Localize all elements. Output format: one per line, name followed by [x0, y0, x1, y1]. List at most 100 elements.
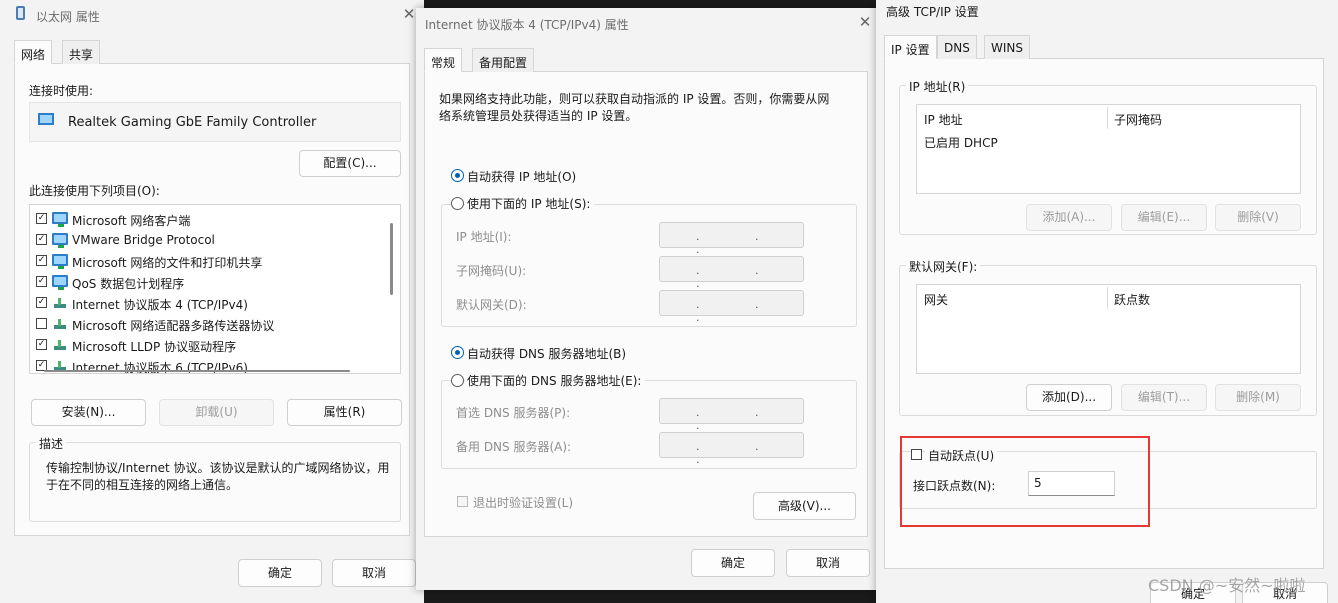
auto-ip-radio[interactable] [451, 169, 464, 182]
item-checkbox[interactable]: ✓ [36, 339, 47, 350]
remove-gateway-button[interactable]: 删除(M) [1215, 384, 1301, 411]
tab-network[interactable]: 网络 [14, 40, 53, 64]
edit-gateway-button[interactable]: 编辑(T)... [1121, 384, 1207, 411]
preferred-dns-label: 首选 DNS 服务器(P): [456, 406, 571, 420]
auto-ip-label[interactable]: 自动获得 IP 地址(O) [467, 168, 576, 185]
remove-ip-button[interactable]: 删除(V) [1215, 204, 1301, 231]
tab-sharing[interactable]: 共享 [62, 40, 101, 64]
default-gateway-field[interactable]: . . . [659, 290, 804, 324]
manual-dns-radio[interactable] [451, 374, 464, 387]
monitor-icon [52, 233, 68, 248]
item-checkbox[interactable]: ✓ [36, 297, 47, 308]
manual-dns-label[interactable]: 使用下面的 DNS 服务器地址(E): [465, 372, 646, 389]
auto-dns-label[interactable]: 自动获得 DNS 服务器地址(B) [467, 345, 626, 362]
connect-using-label: 连接时使用: [29, 84, 94, 98]
window-title: 以太网 属性 [36, 10, 100, 24]
auto-dns-radio[interactable] [451, 346, 464, 359]
add-gateway-button[interactable]: 添加(D)... [1026, 384, 1112, 411]
monitor-icon [52, 212, 68, 227]
ethernet-properties-window: 以太网 属性 ✕ 网络 共享 连接时使用: Realtek Gaming GbE… [0, 0, 424, 603]
item-checkbox[interactable] [36, 318, 47, 329]
close-icon[interactable]: ✕ [856, 13, 874, 31]
general-tab-panel: 如果网络支持此功能，则可以获取自动指派的 IP 设置。否则，你需要从网 络系统管… [424, 72, 868, 537]
ip-row-value[interactable]: 已启用 DHCP [924, 134, 998, 151]
tab-dns[interactable]: DNS [937, 35, 977, 59]
title-bar: 高级 TCP/IP 设置 [876, 0, 1338, 30]
item-label: QoS 数据包计划程序 [72, 277, 185, 291]
protocol-icon [52, 296, 68, 308]
advanced-button[interactable]: 高级(V)... [753, 492, 856, 520]
gateway-group-label: 默认网关(F): [906, 258, 981, 275]
title-bar: 以太网 属性 ✕ [0, 0, 424, 30]
item-checkbox[interactable]: ✓ [36, 213, 47, 224]
item-checkbox[interactable]: ✓ [36, 276, 47, 287]
item-checkbox[interactable]: ✓ [36, 255, 47, 266]
description-title: 描述 [36, 435, 67, 452]
description-group: 描述 传输控制协议/Internet 协议。该协议是默认的广域网络协议，用 于在… [29, 435, 401, 522]
ip-address-field[interactable]: . . . [659, 222, 804, 256]
alternate-dns-field[interactable]: . . . [659, 432, 804, 466]
tab-strip: 常规 备用配置 [424, 48, 868, 72]
intro-line-1: 如果网络支持此功能，则可以获取自动指派的 IP 设置。否则，你需要从网 [439, 92, 830, 106]
adapter-icon [38, 113, 54, 125]
alternate-dns-label: 备用 DNS 服务器(A): [456, 440, 572, 454]
subnet-mask-field[interactable]: . . . [659, 256, 804, 290]
csdn-watermark: CSDN @~安然~啦啦 [1148, 576, 1306, 595]
header-divider [1107, 107, 1108, 129]
validate-checkbox[interactable] [457, 496, 468, 507]
tab-wins[interactable]: WINS [984, 35, 1030, 59]
gateway-group: 默认网关(F): 网关 跃点数 添加(D)... 编辑(T)... 删除(M) [899, 258, 1317, 416]
adapter-name: Realtek Gaming GbE Family Controller [68, 115, 317, 130]
horizontal-scrollbar[interactable] [44, 370, 350, 372]
metric-column-header[interactable]: 跃点数 [1114, 291, 1150, 308]
header-divider [1107, 287, 1108, 309]
manual-ip-radio[interactable] [451, 197, 464, 210]
title-bar: Internet 协议版本 4 (TCP/IPv4) 属性 ✕ [416, 8, 876, 38]
description-line-1: 传输控制协议/Internet 协议。该协议是默认的广域网络协议，用 [46, 461, 390, 475]
intro-line-2: 络系统管理员处获得适当的 IP 设置。 [439, 109, 638, 123]
ip-column-header[interactable]: IP 地址 [924, 111, 963, 128]
items-label: 此连接使用下列项目(O): [29, 184, 160, 198]
item-label: Microsoft LLDP 协议驱动程序 [72, 340, 237, 354]
description-line-2: 于在不同的相互连接的网络上通信。 [46, 478, 239, 492]
item-label: VMware Bridge Protocol [72, 233, 215, 247]
monitor-icon [52, 254, 68, 269]
gateway-column-header[interactable]: 网关 [924, 291, 948, 308]
properties-button[interactable]: 属性(R) [287, 399, 402, 426]
edit-ip-button[interactable]: 编辑(E)... [1121, 204, 1207, 231]
tab-ip-settings[interactable]: IP 设置 [884, 35, 937, 59]
adapter-box: Realtek Gaming GbE Family Controller [29, 102, 401, 142]
ok-button[interactable]: 确定 [238, 559, 322, 587]
validate-label: 退出时验证设置(L) [473, 496, 574, 510]
install-button[interactable]: 安装(N)... [31, 399, 146, 426]
item-label: Microsoft 网络适配器多路传送器协议 [72, 319, 275, 333]
cancel-button[interactable]: 取消 [786, 549, 870, 577]
item-checkbox[interactable]: ✓ [36, 234, 47, 245]
vertical-scrollbar[interactable] [390, 223, 393, 295]
items-list: ✓ Microsoft 网络客户端 ✓ VMware Bridge Protocol… [29, 204, 401, 374]
tab-general[interactable]: 常规 [424, 48, 463, 72]
network-tab-panel: 连接时使用: Realtek Gaming GbE Family Control… [14, 64, 410, 536]
item-label: Internet 协议版本 4 (TCP/IPv4) [72, 298, 248, 312]
manual-ip-label[interactable]: 使用下面的 IP 地址(S): [465, 195, 595, 212]
preferred-dns-field[interactable]: . . . [659, 398, 804, 432]
network-adapter-icon [16, 6, 25, 20]
tab-alternate-config[interactable]: 备用配置 [472, 48, 535, 72]
subnet-mask-label: 子网掩码(U): [456, 264, 527, 278]
configure-button[interactable]: 配置(C)... [299, 150, 401, 177]
add-ip-button[interactable]: 添加(A)... [1026, 204, 1112, 231]
window-title: 高级 TCP/IP 设置 [886, 5, 979, 19]
ok-button[interactable]: 确定 [691, 549, 775, 577]
item-label: Microsoft 网络的文件和打印机共享 [72, 256, 263, 270]
mask-column-header[interactable]: 子网掩码 [1114, 111, 1162, 128]
default-gateway-label: 默认网关(D): [456, 298, 527, 312]
gateway-list[interactable]: 网关 跃点数 [916, 284, 1301, 374]
ipv4-properties-window: Internet 协议版本 4 (TCP/IPv4) 属性 ✕ 常规 备用配置 … [416, 8, 876, 590]
ip-address-group: IP 地址(R) IP 地址 子网掩码 已启用 DHCP 添加(A)... 编辑… [899, 78, 1317, 235]
highlight-annotation-box [900, 436, 1150, 527]
monitor-icon [52, 275, 68, 290]
ip-address-list[interactable]: IP 地址 子网掩码 已启用 DHCP [916, 104, 1301, 194]
tab-strip: IP 设置 DNS WINS [884, 35, 1324, 59]
uninstall-button[interactable]: 卸载(U) [159, 399, 274, 426]
cancel-button[interactable]: 取消 [332, 559, 416, 587]
